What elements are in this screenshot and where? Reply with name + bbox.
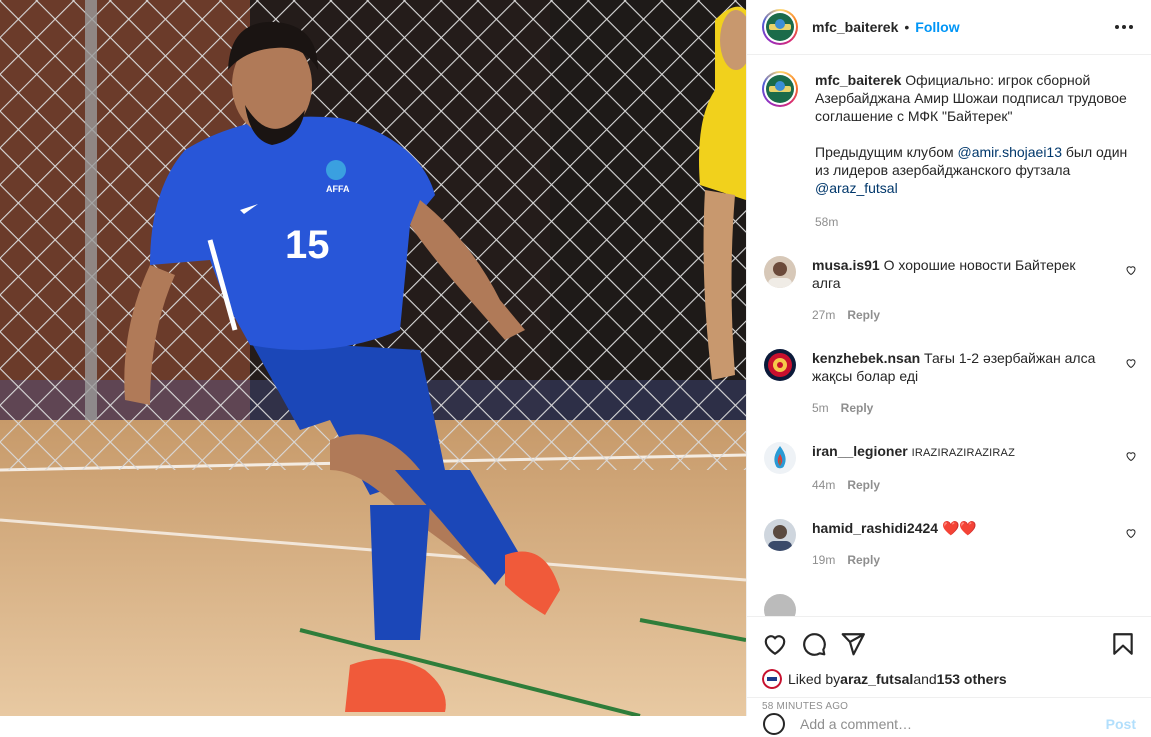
club-logo-icon	[762, 669, 782, 689]
liked-by-user[interactable]: araz_futsal	[840, 671, 913, 687]
comment-item: hamid_rashidi2424 ❤️❤️ 19m Reply	[762, 519, 1137, 569]
follow-button[interactable]: Follow	[915, 19, 959, 35]
comment-age: 44m	[812, 478, 836, 492]
heart-icon[interactable]	[1125, 450, 1137, 462]
instagram-post: 15 AFFA mfc_baiterek • Follow mfc_baiter…	[0, 0, 1151, 735]
commenter-avatar[interactable]	[764, 519, 796, 551]
emoji-icon[interactable]	[762, 712, 786, 736]
caption-mention-amir[interactable]: @amir.shojaei13	[958, 144, 1063, 160]
commenter-avatar[interactable]	[764, 256, 796, 288]
commenter-username[interactable]: musa.is91	[812, 257, 880, 273]
comment-text: ❤️❤️	[941, 520, 977, 536]
liked-by-prefix: Liked by	[788, 671, 841, 687]
club-crest-icon	[768, 353, 792, 377]
post-header: mfc_baiterek • Follow	[747, 0, 1151, 55]
post-detail-panel: mfc_baiterek • Follow mfc_baiterek Офици…	[746, 0, 1151, 735]
commenter-avatar[interactable]	[764, 349, 796, 381]
person-avatar-icon	[768, 525, 792, 551]
heart-icon[interactable]	[762, 631, 788, 657]
liked-by-count[interactable]: 153 others	[937, 671, 1007, 687]
reply-button[interactable]: Reply	[847, 476, 880, 494]
heart-icon[interactable]	[1125, 264, 1137, 276]
heart-icon[interactable]	[1125, 527, 1137, 539]
comment-item: iran__legioner IRAZIRAZIRAZIRAZ 44m Reply	[762, 442, 1137, 494]
add-comment-bar: Add a comment… Post	[747, 697, 1151, 737]
commenter-avatar[interactable]	[764, 442, 796, 474]
author-avatar[interactable]	[762, 9, 798, 45]
commenter-username[interactable]: iran__legioner	[812, 443, 908, 459]
reply-button[interactable]: Reply	[847, 306, 880, 324]
commenter-avatar[interactable]	[764, 594, 796, 616]
post-comment-button[interactable]: Post	[1106, 716, 1136, 732]
comment-item: musa.is91 О хорошие новости Байтерек алг…	[762, 256, 1137, 324]
bookmark-icon[interactable]	[1110, 631, 1136, 657]
separator-dot: •	[904, 19, 910, 35]
reply-button[interactable]: Reply	[841, 399, 874, 417]
post-photo[interactable]: 15 AFFA	[0, 0, 746, 716]
comment-age: 27m	[812, 308, 836, 322]
caption-age: 58m	[815, 215, 839, 229]
author-username[interactable]: mfc_baiterek	[812, 19, 898, 35]
caption-author-username[interactable]: mfc_baiterek	[815, 72, 901, 88]
comments-list[interactable]: mfc_baiterek Официально: игрок сборной А…	[747, 55, 1151, 616]
liker-avatar	[762, 669, 782, 689]
commenter-username[interactable]: kenzhebek.nsan	[812, 350, 920, 366]
comment-icon[interactable]	[801, 631, 827, 657]
comment-age: 19m	[812, 553, 836, 567]
likes-summary[interactable]: Liked by araz_futsal and 153 others	[762, 669, 1136, 689]
futsal-player-photo: 15 AFFA	[0, 0, 746, 716]
more-options-icon[interactable]	[1111, 21, 1137, 33]
reply-button[interactable]: Reply	[847, 551, 880, 569]
jersey-number: 15	[285, 223, 330, 267]
commenter-username[interactable]: hamid_rashidi2424	[812, 520, 938, 536]
liked-by-and: and	[913, 671, 937, 687]
add-comment-input[interactable]: Add a comment…	[800, 716, 912, 732]
comment-text: IRAZIRAZIRAZIRAZ	[911, 447, 1016, 459]
paper-plane-icon[interactable]	[840, 631, 866, 657]
caption-mention-araz[interactable]: @araz_futsal	[815, 180, 898, 196]
heart-icon[interactable]	[1125, 357, 1137, 369]
caption: mfc_baiterek Официально: игрок сборной А…	[762, 71, 1137, 231]
comment-item: kenzhebek.nsan Тағы 1-2 әзербайжан алса …	[762, 349, 1137, 417]
flame-emblem-icon	[774, 446, 786, 469]
person-avatar-icon	[768, 262, 792, 288]
caption-author-avatar[interactable]	[762, 71, 798, 107]
comment-age: 5m	[812, 401, 829, 415]
comment-item-partial	[762, 594, 1137, 616]
jersey-badge: AFFA	[326, 184, 350, 194]
